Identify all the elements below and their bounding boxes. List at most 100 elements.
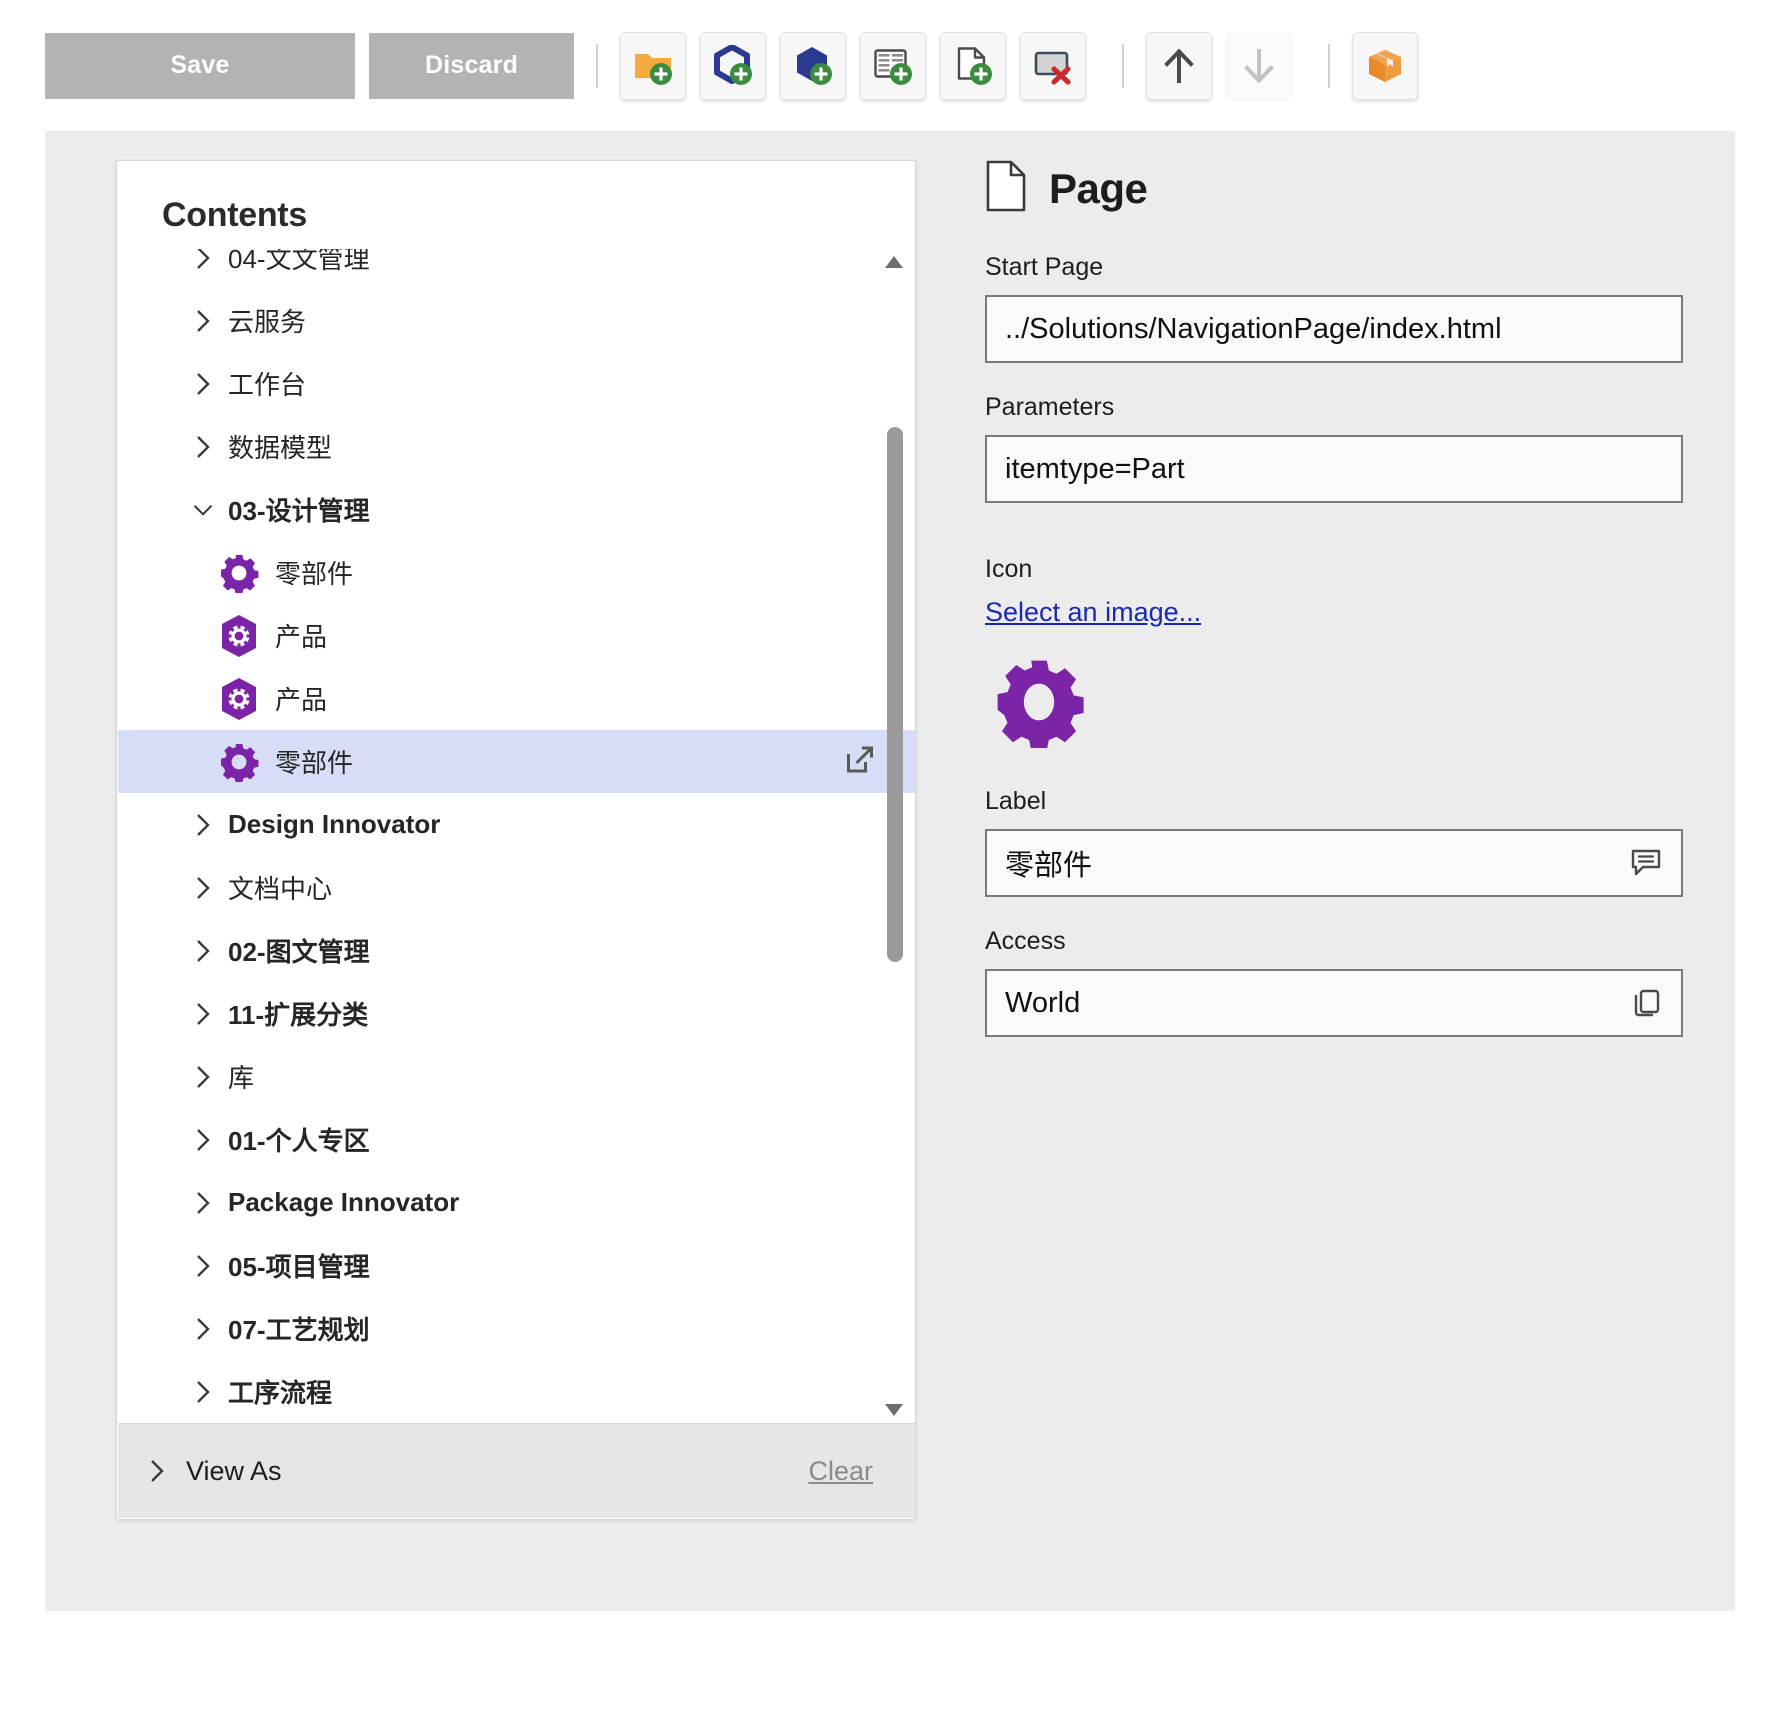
- hex-gear-icon: [219, 614, 259, 658]
- chevron-right-icon[interactable]: [192, 1253, 214, 1279]
- tree-scrollbar[interactable]: [881, 249, 907, 1423]
- toolbar-divider-3: [1328, 43, 1330, 88]
- package-button[interactable]: [1352, 31, 1418, 100]
- tree-row-leaf[interactable]: 产品: [118, 604, 915, 667]
- copy-icon[interactable]: [1631, 987, 1663, 1019]
- hex-gear-icon: [219, 677, 259, 721]
- tree-row-label: 05-项目管理: [228, 1252, 370, 1282]
- hexagon-solid-add-icon: [792, 45, 834, 87]
- clear-link[interactable]: Clear: [808, 1456, 873, 1487]
- tree-row[interactable]: 11-扩展分类: [118, 982, 915, 1045]
- package-box-icon: [1364, 45, 1406, 87]
- top-toolbar: Save Discard: [0, 0, 1780, 131]
- tree-row-leaf[interactable]: 零部件: [118, 541, 915, 604]
- contents-title: Contents: [162, 196, 307, 234]
- icon-preview: [993, 656, 1699, 753]
- parameters-value: itemtype=Part: [1005, 452, 1185, 485]
- tree-row-label: Package Innovator: [228, 1187, 460, 1217]
- chevron-right-icon[interactable]: [192, 249, 214, 271]
- tree-row-label: 工序流程: [228, 1378, 333, 1408]
- new-item-outline-button[interactable]: [700, 31, 766, 100]
- start-page-value: ../Solutions/NavigationPage/index.html: [1005, 312, 1502, 345]
- tree-row-leaf[interactable]: 产品: [118, 667, 915, 730]
- chevron-right-icon[interactable]: [146, 1458, 168, 1484]
- form-add-icon: [872, 45, 914, 87]
- label-field-label: Label: [985, 787, 1047, 815]
- tree-row-label: 11-扩展分类: [228, 1000, 369, 1030]
- label-field-value: 零部件: [1005, 850, 1093, 882]
- page-properties-panel: Page Start Page ../Solutions/NavigationP…: [985, 160, 1699, 1067]
- chevron-right-icon[interactable]: [192, 1127, 214, 1153]
- chevron-right-icon[interactable]: [192, 938, 214, 964]
- select-image-link[interactable]: Select an image...: [985, 597, 1201, 628]
- arrow-down-icon: [1238, 45, 1280, 87]
- start-page-label: Start Page: [985, 253, 1104, 281]
- chevron-down-icon[interactable]: [192, 501, 214, 519]
- save-button[interactable]: Save: [45, 32, 355, 99]
- hexagon-outline-add-icon: [712, 44, 754, 87]
- tree-row[interactable]: 数据模型: [118, 415, 915, 478]
- view-as-bar[interactable]: View As Clear: [118, 1423, 915, 1518]
- external-link-icon[interactable]: [843, 742, 877, 781]
- main-content-area: Contents 04-文文管理 云服务 工作台 数据模型 03-设计管理 零部…: [45, 131, 1735, 1611]
- translate-icon[interactable]: [1629, 846, 1663, 880]
- scrollbar-thumb[interactable]: [887, 427, 903, 962]
- label-field[interactable]: 零部件: [985, 829, 1683, 897]
- move-down-button[interactable]: [1226, 31, 1292, 100]
- tree-row[interactable]: 02-图文管理: [118, 919, 915, 982]
- tree-row-label: 数据模型: [228, 433, 333, 463]
- chevron-right-icon[interactable]: [192, 308, 214, 334]
- tree-row[interactable]: 文档中心: [118, 856, 915, 919]
- tree-row-expanded[interactable]: 03-设计管理: [118, 478, 915, 541]
- icon-section: Icon Select an image...: [985, 555, 1699, 753]
- chevron-right-icon[interactable]: [192, 875, 214, 901]
- chevron-right-icon[interactable]: [192, 1190, 214, 1216]
- page-icon: [985, 160, 1027, 217]
- chevron-right-icon[interactable]: [192, 1064, 214, 1090]
- chevron-right-icon[interactable]: [192, 1316, 214, 1342]
- tree-row-selected[interactable]: 零部件: [118, 730, 915, 793]
- chevron-right-icon[interactable]: [192, 1001, 214, 1027]
- tree-row-label: Design Innovator: [228, 809, 441, 839]
- access-label: Access: [985, 927, 1066, 955]
- page-add-icon: [952, 45, 994, 87]
- chevron-right-icon[interactable]: [192, 434, 214, 460]
- new-form-button[interactable]: [860, 31, 926, 100]
- tree-row-label: 07-工艺规划: [228, 1315, 370, 1345]
- tree-row-label: 02-图文管理: [228, 937, 370, 967]
- tree-row[interactable]: 04-文文管理: [118, 249, 915, 289]
- chevron-right-icon[interactable]: [192, 812, 214, 838]
- tree-row-label: 04-文文管理: [228, 249, 370, 274]
- chevron-right-icon[interactable]: [192, 371, 214, 397]
- scroll-down-arrow-icon[interactable]: [881, 1397, 907, 1423]
- tree-row[interactable]: 工序流程: [118, 1360, 915, 1423]
- parameters-field[interactable]: itemtype=Part: [985, 435, 1683, 503]
- new-folder-button[interactable]: [620, 31, 686, 100]
- tree-row-label: 零部件: [275, 559, 354, 589]
- tree-row[interactable]: 05-项目管理: [118, 1234, 915, 1297]
- tree-row[interactable]: 01-个人专区: [118, 1108, 915, 1171]
- discard-button[interactable]: Discard: [369, 32, 574, 99]
- tree-row-label: 工作台: [228, 370, 307, 400]
- tree-row[interactable]: Package Innovator: [118, 1171, 915, 1234]
- tree-row-label: 库: [228, 1063, 255, 1093]
- tree-row-label: 01-个人专区: [228, 1126, 370, 1156]
- start-page-field[interactable]: ../Solutions/NavigationPage/index.html: [985, 295, 1683, 363]
- view-as-label: View As: [186, 1455, 282, 1486]
- gear-icon: [219, 742, 259, 782]
- tree-row[interactable]: 工作台: [118, 352, 915, 415]
- new-page-button[interactable]: [940, 31, 1006, 100]
- delete-item-button[interactable]: [1020, 31, 1086, 100]
- new-item-solid-button[interactable]: [780, 31, 846, 100]
- move-up-button[interactable]: [1146, 31, 1212, 100]
- tree-row[interactable]: 库: [118, 1045, 915, 1108]
- tree-row-label: 产品: [275, 622, 328, 652]
- tree-row[interactable]: 07-工艺规划: [118, 1297, 915, 1360]
- gear-icon: [219, 553, 259, 593]
- tree-row[interactable]: 云服务: [118, 289, 915, 352]
- scroll-up-arrow-icon[interactable]: [881, 249, 907, 275]
- contents-tree: 04-文文管理 云服务 工作台 数据模型 03-设计管理 零部件 产品 产品 零…: [118, 249, 915, 1423]
- tree-row[interactable]: Design Innovator: [118, 793, 915, 856]
- access-field[interactable]: World: [985, 969, 1683, 1037]
- chevron-right-icon[interactable]: [192, 1379, 214, 1405]
